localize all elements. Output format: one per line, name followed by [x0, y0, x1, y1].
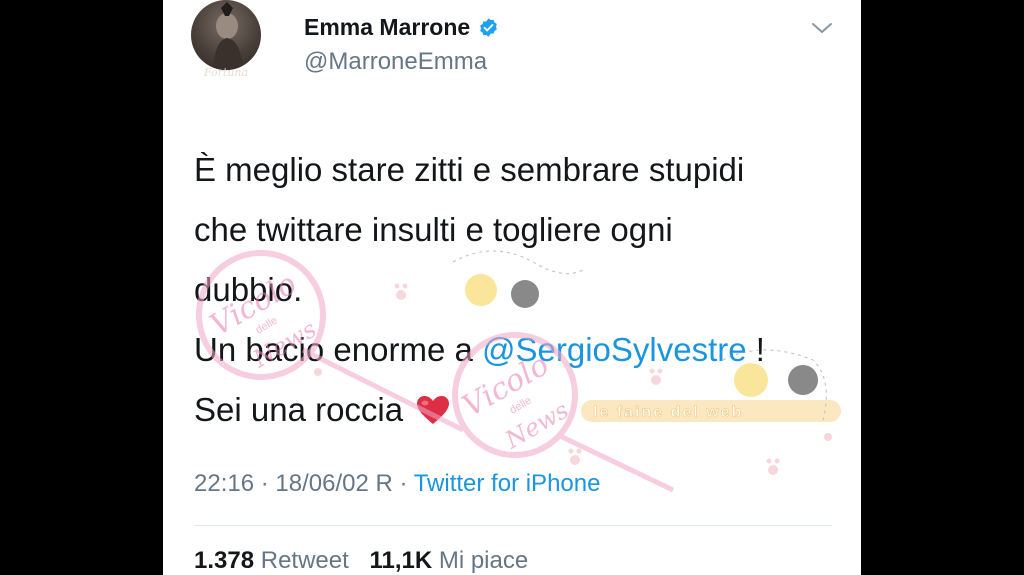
author-name[interactable]: Emma Marrone — [304, 14, 470, 41]
tweet-line: che twittare insulti e togliere ogni — [194, 211, 673, 248]
tweet-line: Un bacio enorme a @SergioSylvestre ! — [194, 320, 834, 380]
tweet-line: Sei una roccia — [194, 380, 834, 440]
tweet-text-segment: Sei una roccia — [194, 391, 404, 428]
verified-badge-icon — [480, 18, 497, 37]
author-handle[interactable]: @MarroneEmma — [304, 48, 487, 76]
like-count[interactable]: 11,1K — [369, 547, 432, 574]
chevron-down-icon[interactable] — [811, 20, 833, 36]
retweet-label[interactable]: Retweet — [261, 547, 349, 574]
tweet-line: dubbio. — [194, 271, 303, 308]
tweet-text-segment: ! — [746, 331, 765, 368]
avatar[interactable]: Fortuna — [191, 0, 261, 92]
source-link[interactable]: Twitter for iPhone — [414, 470, 601, 497]
tweet-meta: 22:16 · 18/06/02 R · Twitter for iPhone — [194, 470, 600, 498]
mention-link[interactable]: @SergioSylvestre — [482, 331, 747, 368]
tweet-line: È meglio stare zitti e sembrare stupidi — [194, 151, 745, 188]
timestamp[interactable]: 22:16 · 18/06/02 R · — [194, 470, 414, 497]
tweet-text: È meglio stare zitti e sembrare stupidi … — [194, 140, 834, 440]
tweet-text-segment: Un bacio enorme a — [194, 331, 482, 368]
engagement-stats: 1.378 Retweet 11,1K Mi piace — [194, 547, 542, 575]
like-label[interactable]: Mi piace — [439, 547, 528, 574]
author-name-row: Emma Marrone — [304, 14, 499, 41]
tweet-card: Fortuna Emma Marrone @MarroneEmma È megl… — [163, 0, 861, 575]
avatar-caption: Fortuna — [203, 66, 249, 79]
heart-emoji-icon — [417, 396, 450, 424]
divider — [194, 525, 832, 526]
avatar-photo — [191, 0, 261, 70]
retweet-count[interactable]: 1.378 — [194, 547, 254, 574]
